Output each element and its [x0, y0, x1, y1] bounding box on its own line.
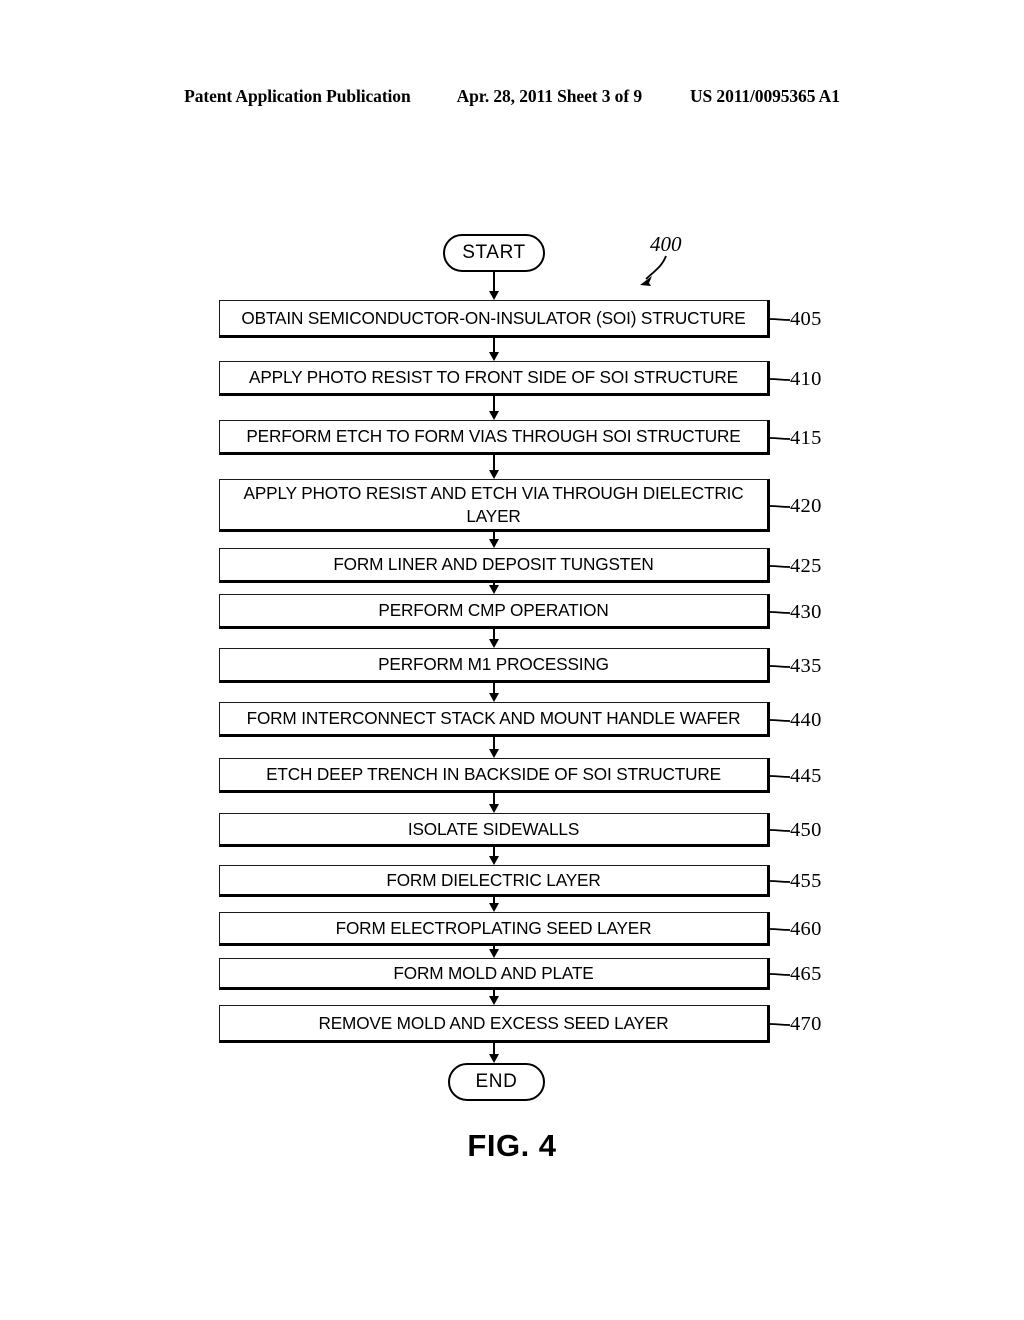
process-label-440: FORM INTERCONNECT STACK AND MOUNT HANDLE… [246, 708, 741, 729]
process-box-465: FORM MOLD AND PLATE [219, 958, 770, 990]
reference-leader-405 [770, 318, 791, 321]
end-terminator: END [448, 1063, 545, 1101]
process-box-440: FORM INTERCONNECT STACK AND MOUNT HANDLE… [219, 702, 770, 737]
connector-445-to-450-arrowhead [488, 804, 499, 813]
connector-430-to-435-arrowhead [488, 639, 499, 648]
reference-leader-440 [770, 718, 791, 722]
connector-405-to-410-arrowhead [488, 352, 499, 361]
end-label: END [475, 1071, 518, 1092]
reference-leader-455 [770, 880, 791, 883]
figure-caption: FIG. 4 [467, 1128, 557, 1163]
reference-numeral-470: 470 [790, 1013, 822, 1035]
process-box-455: FORM DIELECTRIC LAYER [219, 865, 770, 897]
process-box-410: APPLY PHOTO RESIST TO FRONT SIDE OF SOI … [219, 361, 770, 396]
connector-405-to-410 [493, 338, 495, 352]
reference-numeral-415: 415 [790, 426, 822, 449]
connector-445-to-450 [493, 793, 495, 804]
process-label-425: FORM LINER AND DEPOSIT TUNGSTEN [333, 554, 654, 575]
reference-leader-465 [770, 973, 791, 976]
connector-start-to-405 [493, 272, 495, 291]
connector-470-to-end-arrowhead [488, 1054, 499, 1063]
reference-leader-410 [770, 377, 791, 381]
process-label-420: APPLY PHOTO RESIST AND ETCH VIA THROUGH … [243, 482, 744, 526]
connector-420-to-425-arrowhead [488, 539, 499, 548]
process-label-410: APPLY PHOTO RESIST TO FRONT SIDE OF SOI … [249, 367, 738, 388]
reference-leader-450 [770, 829, 791, 832]
reference-numeral-440: 440 [790, 708, 822, 731]
reference-numeral-410: 410 [790, 367, 822, 390]
diagram-reference-arrow [640, 255, 667, 286]
connector-435-to-440-arrowhead [488, 693, 499, 702]
connector-460-to-465-arrowhead [488, 949, 499, 958]
connector-435-to-440 [493, 683, 495, 693]
process-label-435: PERFORM M1 PROCESSING [378, 654, 609, 675]
connector-start-to-405-arrowhead [488, 291, 499, 300]
connector-415-to-420 [493, 455, 495, 470]
process-box-415: PERFORM ETCH TO FORM VIAS THROUGH SOI ST… [219, 420, 770, 455]
process-label-455: FORM DIELECTRIC LAYER [386, 869, 601, 890]
process-box-460: FORM ELECTROPLATING SEED LAYER [219, 912, 770, 946]
process-box-450: ISOLATE SIDEWALLS [219, 813, 770, 847]
connector-425-to-430-arrowhead [488, 585, 499, 594]
process-box-445: ETCH DEEP TRENCH IN BACKSIDE OF SOI STRU… [219, 758, 770, 793]
connector-440-to-445-arrowhead [488, 749, 499, 758]
connector-430-to-435 [493, 629, 495, 639]
start-terminator: START [443, 234, 545, 272]
process-label-415: PERFORM ETCH TO FORM VIAS THROUGH SOI ST… [246, 426, 741, 447]
process-box-435: PERFORM M1 PROCESSING [219, 648, 770, 683]
connector-455-to-460-arrowhead [488, 903, 499, 912]
process-box-470: REMOVE MOLD AND EXCESS SEED LAYER [219, 1005, 770, 1043]
flowchart-diagram: START OBTAIN SEMICONDUCTOR-ON-INSULATOR (… [0, 0, 1024, 1320]
process-label-460: FORM ELECTROPLATING SEED LAYER [335, 917, 652, 938]
connector-465-to-470-arrowhead [488, 996, 499, 1005]
connector-420-to-425 [493, 532, 495, 539]
reference-leader-420 [770, 504, 791, 508]
process-box-420: APPLY PHOTO RESIST AND ETCH VIA THROUGH … [219, 479, 770, 532]
process-label-430: PERFORM CMP OPERATION [378, 600, 609, 621]
reference-leader-415 [770, 436, 791, 440]
connector-450-to-455-arrowhead [488, 856, 499, 865]
connector-440-to-445 [493, 737, 495, 749]
connector-410-to-415-arrowhead [488, 411, 499, 420]
reference-numeral-460: 460 [790, 918, 822, 940]
reference-leader-430 [770, 610, 791, 614]
process-box-425: FORM LINER AND DEPOSIT TUNGSTEN [219, 548, 770, 583]
process-box-430: PERFORM CMP OPERATION [219, 594, 770, 629]
reference-numeral-455: 455 [790, 870, 822, 892]
process-label-450: ISOLATE SIDEWALLS [407, 818, 580, 839]
reference-numeral-405: 405 [790, 308, 822, 330]
reference-numeral-420: 420 [790, 494, 822, 517]
reference-leader-435 [770, 664, 791, 668]
reference-leader-425 [770, 564, 791, 568]
connector-450-to-455 [493, 847, 495, 856]
reference-leader-470 [770, 1023, 791, 1026]
reference-numeral-435: 435 [790, 654, 822, 677]
reference-leader-460 [770, 928, 791, 931]
connector-470-to-end [493, 1043, 495, 1054]
connector-410-to-415 [493, 396, 495, 411]
reference-numeral-425: 425 [790, 554, 822, 577]
process-label-445: ETCH DEEP TRENCH IN BACKSIDE OF SOI STRU… [266, 764, 721, 785]
start-label: START [462, 242, 526, 263]
reference-numeral-445: 445 [790, 764, 822, 787]
reference-numeral-465: 465 [790, 963, 822, 985]
reference-numeral-430: 430 [790, 600, 822, 623]
reference-numeral-450: 450 [790, 819, 822, 841]
connector-415-to-420-arrowhead [488, 470, 499, 479]
reference-leader-445 [770, 774, 791, 778]
process-label-405: OBTAIN SEMICONDUCTOR-ON-INSULATOR (SOI) … [241, 307, 746, 328]
process-label-470: REMOVE MOLD AND EXCESS SEED LAYER [318, 1012, 669, 1033]
process-label-465: FORM MOLD AND PLATE [393, 962, 594, 983]
